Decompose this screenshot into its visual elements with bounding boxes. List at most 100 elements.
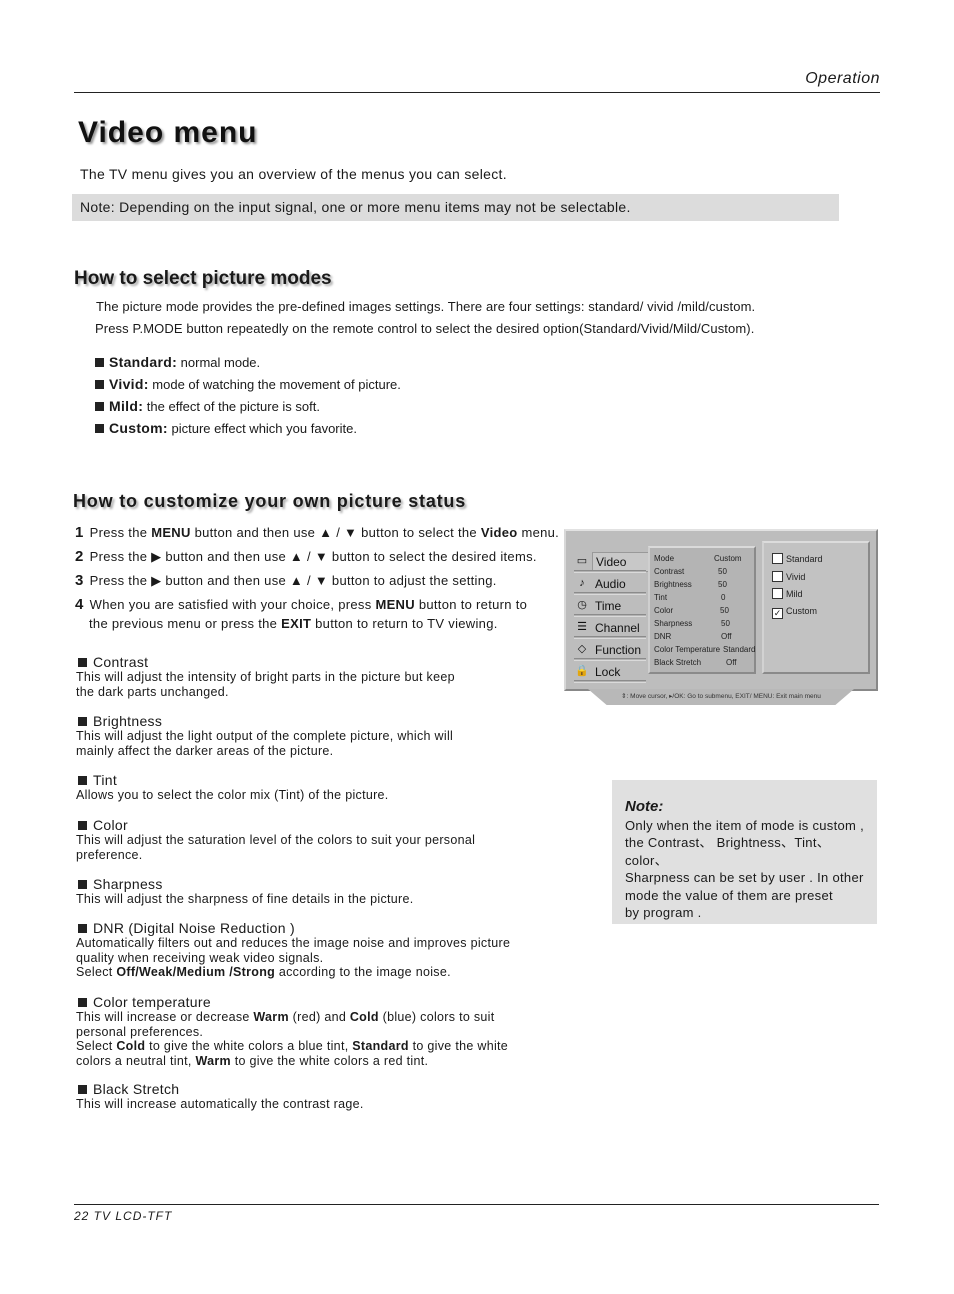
bullet-square-icon [78,658,87,667]
tv-menu-item-channel[interactable]: ☰ Channel [572,617,648,639]
tv-setting-value: 50 [718,567,727,576]
checkbox-icon[interactable] [772,570,783,582]
mode-item-standard: Standard: normal mode. [95,354,260,370]
picture-modes-para1: The picture mode provides the pre-define… [96,299,756,314]
tv-setting-row[interactable]: Color Temperature Standard [654,645,756,654]
tv-setting-value: Standard [723,645,756,654]
bullet-square-icon [95,358,104,367]
text-run: according to the image noise. [275,965,451,979]
tv-setting-value: Off [726,658,737,667]
tv-menu-item-label: Video [592,552,657,572]
feature-description: This will adjust the intensity of bright… [76,670,556,699]
text-run: button and then use ▲ / ▼ button to sele… [190,525,481,540]
section-label: Operation [805,70,880,87]
description-line: colors a neutral tint, Warm to give the … [76,1054,556,1069]
audio-icon: ♪ [579,577,585,589]
text-run: to give the white [408,1039,509,1053]
tv-menu-item-function[interactable]: ◇ Function [572,639,648,661]
feature-heading: Brightness [78,713,556,729]
checkbox-icon[interactable] [772,553,783,564]
tv-menu-item-video[interactable]: ▭ Video [572,551,657,573]
tv-setting-row[interactable]: Sharpness 50 [654,619,754,628]
bold-term: Cold [116,1039,146,1053]
description-line: This will increase automatically the con… [76,1097,364,1111]
mode-desc: mode of watching the movement of picture… [152,377,401,392]
intro-text: The TV menu gives you an overview of the… [80,166,507,182]
text-run: to give the white colors a blue tint, [145,1039,353,1053]
feature-item: Color This will adjust the saturation lev… [76,817,556,862]
bullet-square-icon [78,1085,87,1094]
tv-setting-row[interactable]: Black Stretch Off [654,658,754,667]
mode-item-custom: Custom: picture effect which you favorit… [95,420,357,436]
text-run: Press the [89,525,152,540]
tv-mode-option[interactable]: Standard [772,553,823,564]
tv-setting-label: Brightness [654,580,692,589]
text-run: When you are satisfied with your choice,… [89,597,376,612]
description-line: This will adjust the sharpness of fine d… [76,892,414,906]
tv-menu-item-audio[interactable]: ♪ Audio [572,573,648,595]
feature-item: DNR (Digital Noise Reduction ) Automatica… [76,920,556,980]
mode-name: Standard: [109,354,178,370]
tv-setting-row[interactable]: Mode Custom [654,554,754,563]
tv-setting-row[interactable]: DNR Off [654,632,754,641]
tv-menu-separator [574,680,646,683]
text-run: button to return to TV viewing. [311,616,498,631]
tv-setting-label: Color [654,606,674,615]
mode-name: Custom: [109,420,168,436]
tv-setting-row[interactable]: Brightness 50 [654,580,754,589]
note-line: Only when the item of mode is custom , [625,818,864,833]
step-number: 4 [75,596,84,613]
tv-setting-row[interactable]: Color 50 [654,606,754,615]
feature-item: Sharpness This will adjust the sharpness … [76,876,556,907]
description-line: This will adjust the intensity of bright… [76,670,455,684]
mode-item-mild: Mild: the effect of the picture is soft. [95,398,320,414]
feature-name: Contrast [93,654,149,670]
bold-term: Video [480,525,518,540]
feature-name: Brightness [93,713,163,729]
clock-icon: ◷ [577,599,587,611]
bold-term: Warm [253,1010,289,1024]
description-line: Allows you to select the color mix (Tint… [76,788,389,802]
checkbox-icon[interactable] [772,588,783,599]
description-line: Automatically filters out and reduces th… [76,936,511,950]
bullet-square-icon [78,998,87,1007]
tv-menu-item-time[interactable]: ◷ Time [572,595,648,617]
feature-heading: Contrast [78,654,556,670]
bullet-square-icon [78,924,87,933]
bullet-square-icon [95,402,104,411]
description-line: Select Off/Weak/Medium /Strong according… [76,965,556,980]
tv-setting-value: 50 [721,619,730,628]
description-line: quality when receiving weak video signal… [76,950,324,965]
bullet-square-icon [95,424,104,433]
bullet-square-icon [78,717,87,726]
tv-mode-option[interactable]: ✓ Custom [772,606,817,619]
tv-setting-row[interactable]: Tint 0 [654,593,754,602]
checkbox-checked-icon[interactable]: ✓ [772,607,783,619]
mode-item-vivid: Vivid: mode of watching the movement of … [95,376,401,392]
monitor-icon: ▭ [576,555,588,567]
tv-menu-item-label: Audio [595,577,626,591]
bold-term: Off/Weak/Medium /Strong [116,965,276,979]
feature-description: This will increase or decrease Warm (red… [76,1010,556,1068]
customize-heading: How to customize your own picture status [73,491,467,511]
mode-name: Vivid: [109,376,149,392]
step-item: 1 Press the MENU button and then use ▲ / … [75,524,559,541]
tv-mode-option[interactable]: Mild [772,588,803,599]
tv-menu-sidebar: ▭ Video ♪ Audio ◷ Time ☰ Channel ◇ Function 🔒 Lock [572,551,657,683]
tv-menu-item-label: Function [595,643,642,657]
tv-menu-hint: ⇕: Move cursor, ▸/OK: Go to submenu, EXI… [588,689,854,705]
description-line: personal preferences. [76,1025,556,1040]
tv-menu-item-lock[interactable]: 🔒 Lock [572,661,648,683]
tv-setting-label: Tint [654,593,668,602]
tv-setting-label: Mode [654,554,675,563]
mode-name: Mild: [109,398,144,414]
feature-heading: DNR (Digital Noise Reduction ) [78,920,556,936]
tv-menu-frame: ▭ Video ♪ Audio ◷ Time ☰ Channel ◇ Function 🔒 Lock … [564,529,878,691]
text-run: menu. [517,525,560,540]
text-run: Press the ▶ button and then use ▲ / ▼ bu… [89,573,497,588]
text-run: (blue) colors to suit [378,1010,495,1024]
tv-mode-option[interactable]: Vivid [772,570,805,582]
feature-item: Brightness This will adjust the light out… [76,713,556,758]
tv-setting-row[interactable]: Contrast 50 [654,567,754,576]
text-run: Press the ▶ button and then use ▲ / ▼ bu… [89,549,537,564]
